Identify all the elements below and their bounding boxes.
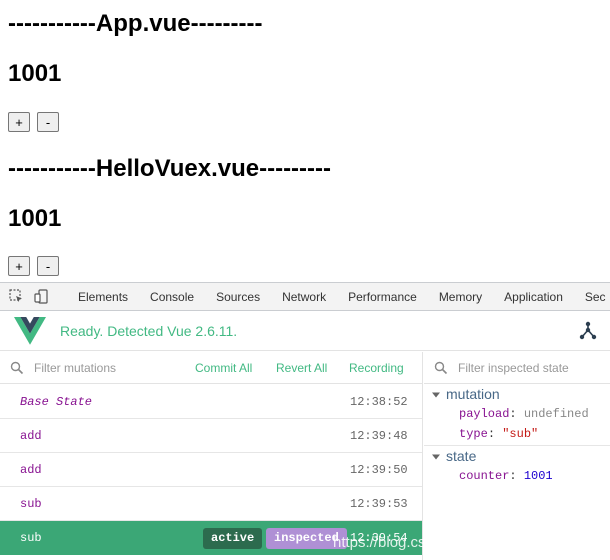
app-increment-button[interactable]: + [8,112,30,132]
app-counter: 1001 [8,60,62,87]
hellovuex-button-row: + - [8,256,59,276]
tab-application[interactable]: Application [493,283,574,310]
tab-elements[interactable]: Elements [67,283,139,310]
page-content: -----------App.vue--------- 1001 + - ---… [0,0,610,282]
vue-status-text: Ready. Detected Vue 2.6.11. [60,322,238,339]
active-badge: active [203,528,263,549]
type-value: "sub" [502,427,539,441]
mutation-toolbar: Commit All Revert All Recording [0,352,422,384]
tab-sources[interactable]: Sources [205,283,271,310]
component-tree-icon[interactable] [578,321,598,341]
commit-all-button[interactable]: Commit All [195,352,252,384]
state-inspector-pane: mutation payload: undefined type: "sub" … [424,352,610,560]
mutation-name: Base State [20,395,93,409]
mutation-row[interactable]: add 12:39:50 [0,453,422,487]
mutation-section-header[interactable]: mutation [424,384,610,404]
state-section-header[interactable]: state [424,446,610,466]
app-button-row: + - [8,112,59,132]
mutation-row[interactable]: add 12:39:48 [0,419,422,453]
inspect-element-icon[interactable] [9,289,24,305]
devtools-tab-bar: Elements Console Sources Network Perform… [0,283,610,311]
revert-all-button[interactable]: Revert All [276,352,327,384]
payload-key: payload [459,407,510,421]
mutation-name: sub [20,531,42,545]
hellovuex-heading: -----------HelloVuex.vue--------- [8,155,332,182]
mutation-section: mutation payload: undefined type: "sub" [424,384,610,446]
counter-entry: counter: 1001 [459,469,553,483]
hellovuex-counter: 1001 [8,205,62,232]
mutation-name: add [20,463,42,477]
app-decrement-button[interactable]: - [37,112,59,132]
tab-performance[interactable]: Performance [337,283,428,310]
mutation-row[interactable]: sub 12:39:53 [0,487,422,521]
payload-entry: payload: undefined [459,407,589,421]
counter-value: 1001 [523,469,553,483]
inspector-toolbar [424,352,610,384]
device-toolbar-icon[interactable] [34,289,49,305]
mutation-time: 12:39:48 [350,429,408,443]
search-icon [10,361,24,375]
mutation-time: 12:39:50 [350,463,408,477]
counter-key: counter [459,469,510,483]
mutation-list-pane: Commit All Revert All Recording Base Sta… [0,352,423,560]
vue-devtools-header: Ready. Detected Vue 2.6.11. [0,311,610,351]
watermark: https://blog.csdn.net/weixin_43571751 [333,534,589,551]
type-key: type [459,427,488,441]
vue-logo-icon [14,316,46,345]
caret-down-icon [430,450,442,462]
mutation-time: 12:39:53 [350,497,408,511]
state-section-title: state [446,448,477,464]
caret-down-icon [430,388,442,400]
mutation-section-title: mutation [446,386,500,402]
devtools-panel: Elements Console Sources Network Perform… [0,282,610,560]
app-heading: -----------App.vue--------- [8,10,263,37]
mutation-time: 12:38:52 [350,395,408,409]
state-section: state counter: 1001 [424,446,610,486]
search-icon [434,361,448,375]
recording-toggle[interactable]: Recording [349,352,404,384]
tab-security[interactable]: Sec [574,283,610,310]
hellovuex-increment-button[interactable]: + [8,256,30,276]
mutation-row-base-state[interactable]: Base State 12:38:52 [0,385,422,419]
tab-console[interactable]: Console [139,283,205,310]
tab-memory[interactable]: Memory [428,283,493,310]
hellovuex-decrement-button[interactable]: - [37,256,59,276]
tab-network[interactable]: Network [271,283,337,310]
mutation-name: sub [20,497,42,511]
type-entry: type: "sub" [459,427,539,441]
filter-state-input[interactable] [458,360,608,375]
payload-value: undefined [523,407,589,421]
filter-mutations-input[interactable] [34,360,174,375]
vuex-panes: Commit All Revert All Recording Base Sta… [0,352,610,560]
mutation-name: add [20,429,42,443]
